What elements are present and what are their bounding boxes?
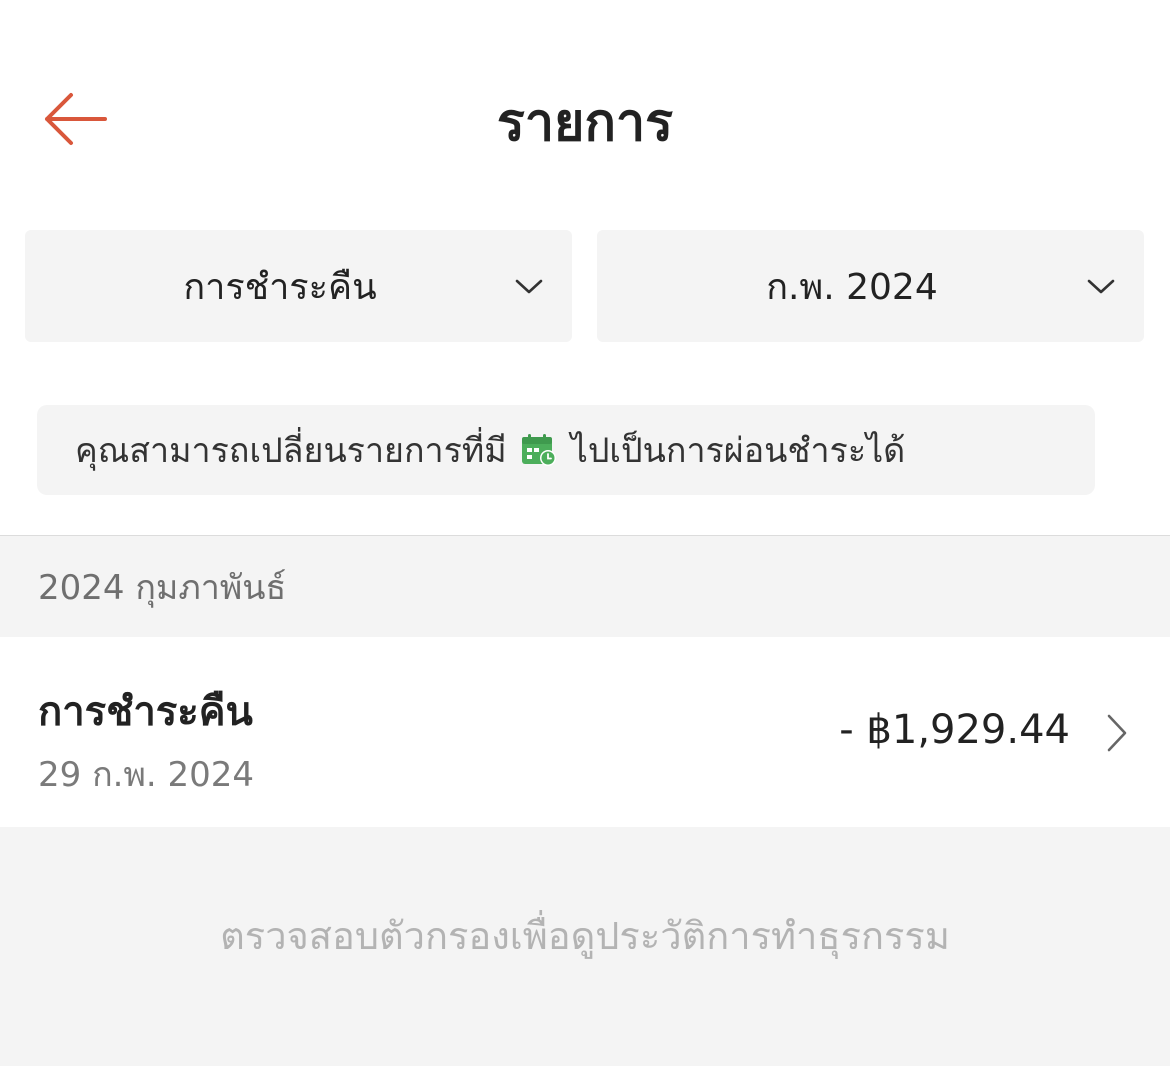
month-filter-dropdown[interactable]: ก.พ. 2024 — [597, 230, 1144, 342]
chevron-right-icon — [1102, 711, 1132, 755]
empty-state-area: ตรวจสอบตัวกรองเพื่อดูประวัติการทำธุรกรรม — [0, 827, 1170, 1066]
calendar-clock-icon — [521, 433, 557, 467]
transactions-page: รายการ การชำระคืน ก.พ. 2024 คุณสามารถเปล… — [0, 0, 1170, 1066]
type-filter-dropdown[interactable]: การชำระคืน — [25, 230, 572, 342]
info-text-after: ไปเป็นการผ่อนชำระได้ — [570, 431, 906, 471]
filter-hint-text: ตรวจสอบตัวกรองเพื่อดูประวัติการทำธุรกรรม — [220, 914, 950, 958]
transaction-amount: - ฿1,929.44 — [839, 707, 1070, 753]
chevron-down-icon — [1086, 272, 1116, 302]
chevron-down-icon — [514, 272, 544, 302]
installment-info-banner: คุณสามารถเปลี่ยนรายการที่มี ไปเป็นการผ่อ… — [37, 405, 1095, 495]
info-text-before: คุณสามารถเปลี่ยนรายการที่มี — [75, 431, 507, 471]
type-filter-label: การชำระคืน — [183, 266, 377, 308]
header: รายการ — [0, 0, 1170, 200]
transaction-name: การชำระคืน — [38, 689, 253, 735]
month-section-header: 2024 กุมภาพันธ์ — [0, 536, 1170, 637]
month-section-label: 2024 กุมภาพันธ์ — [38, 567, 287, 608]
transaction-row[interactable]: การชำระคืน 29 ก.พ. 2024 - ฿1,929.44 — [0, 637, 1170, 827]
page-title: รายการ — [496, 93, 674, 153]
month-filter-label: ก.พ. 2024 — [766, 266, 938, 308]
transaction-date: 29 ก.พ. 2024 — [38, 755, 255, 795]
